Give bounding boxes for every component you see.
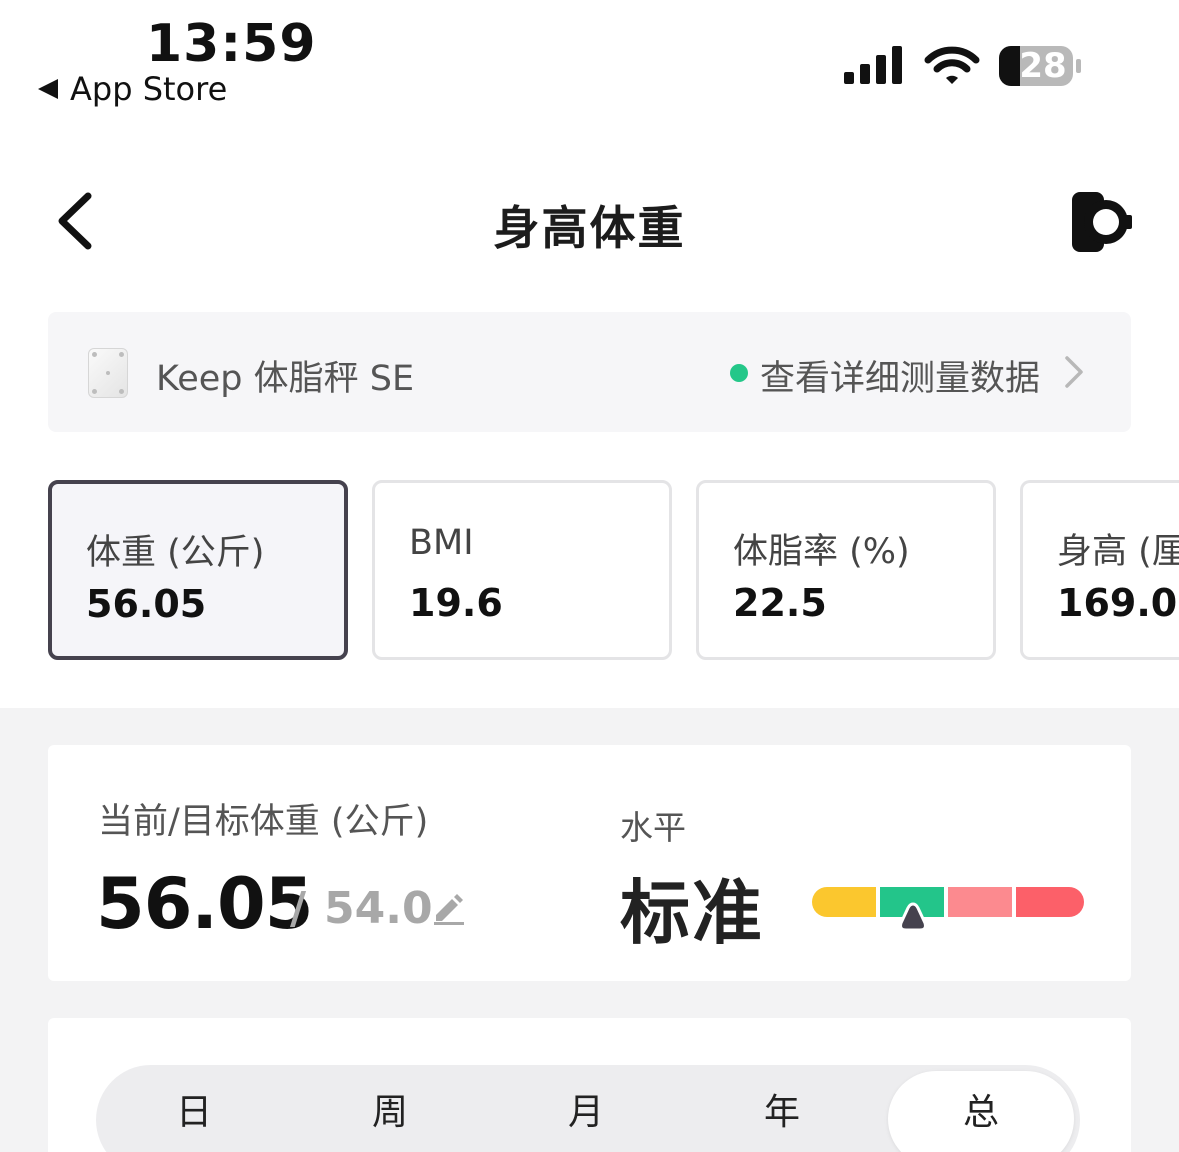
weight-summary-card: 当前/目标体重 (公斤) 56.05 / 54.0 水平 标准 [48,745,1131,981]
device-bar[interactable]: Keep 体脂秤 SE 查看详细测量数据 [48,312,1131,432]
tab-year[interactable]: 年 [684,1065,880,1152]
tab-day[interactable]: 日 [96,1065,292,1152]
edit-pencil-icon[interactable] [432,891,466,925]
cellular-signal-icon [844,46,902,84]
metric-label: 体脂率 (%) [733,532,910,572]
battery-percent: 28 [1019,46,1067,86]
battery-indicator: 28 [998,44,1082,88]
back-to-app-button[interactable]: App Store [38,70,227,108]
weight-label: 当前/目标体重 (公斤) [98,802,429,842]
device-name: Keep 体脂秤 SE [156,359,415,399]
metric-value: 56.05 [86,582,207,626]
metric-label: 身高 (厘 [1057,532,1179,572]
level-label: 水平 [620,808,686,847]
chevron-right-icon [1065,356,1083,388]
wifi-icon [924,46,980,84]
status-time: 13:59 [146,14,317,74]
target-weight-value[interactable]: 54.0 [324,883,433,934]
metric-value: 19.6 [409,581,503,625]
level-value: 标准 [620,872,764,954]
smartwatch-icon[interactable] [1068,188,1134,256]
connection-status-dot [730,364,748,382]
metric-card-height[interactable]: 身高 (厘 169.0 [1020,480,1179,660]
scale-segment-overweight [948,887,1012,917]
metric-value: 169.0 [1057,581,1178,625]
metric-card-weight[interactable]: 体重 (公斤) 56.05 [48,480,348,660]
metric-card-bmi[interactable]: BMI 19.6 [372,480,672,660]
metric-label: BMI [409,523,474,563]
metric-label: 体重 (公斤) [86,533,265,573]
tab-month[interactable]: 月 [488,1065,684,1152]
current-weight-value: 56.05 [96,863,313,945]
level-scale-bar [812,887,1084,932]
back-app-label: App Store [70,70,228,108]
scale-device-image [88,348,128,398]
scale-segment-obese [1016,887,1084,917]
tab-total[interactable]: 总 [888,1071,1074,1152]
tab-week[interactable]: 周 [292,1065,488,1152]
metric-card-body-fat[interactable]: 体脂率 (%) 22.5 [696,480,996,660]
page-title: 身高体重 [493,201,686,255]
back-triangle-icon [38,79,58,99]
metric-value: 22.5 [733,581,827,625]
weight-separator: / [290,883,307,934]
view-details-link[interactable]: 查看详细测量数据 [760,350,1040,401]
period-tab-bar: 日 周 月 年 总 [96,1065,1080,1152]
scale-segment-underweight [812,887,876,917]
level-marker-icon [899,902,927,932]
